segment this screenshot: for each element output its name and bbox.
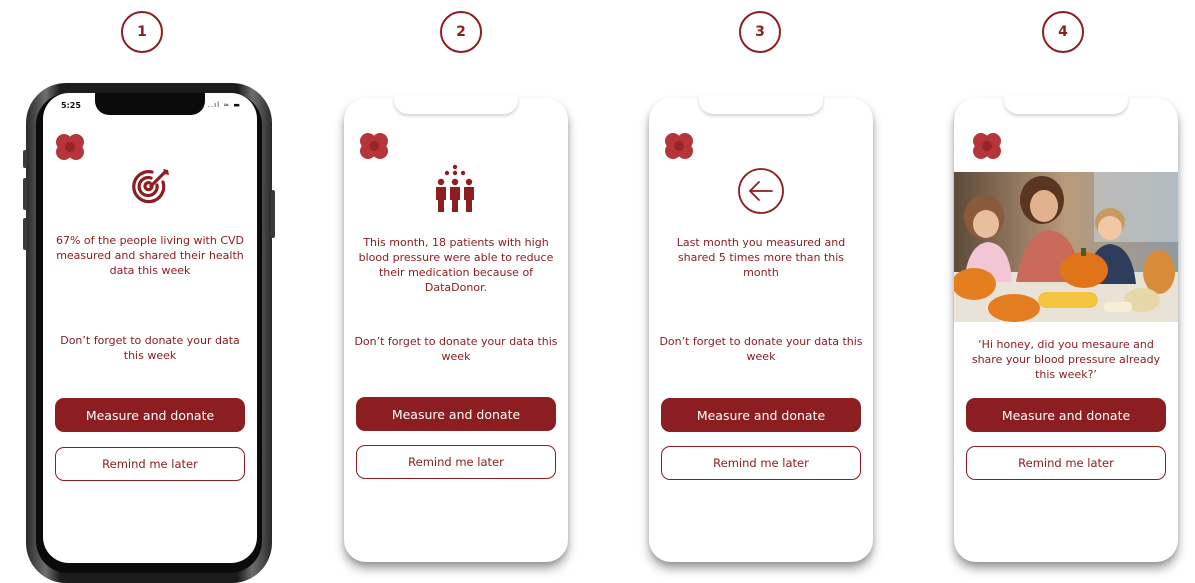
target-icon xyxy=(132,169,169,204)
arrow-left-circle-icon xyxy=(738,168,784,214)
step-number-2: 2 xyxy=(440,11,482,53)
step-number-1: 1 xyxy=(121,11,163,53)
app-logo-icon xyxy=(56,134,84,160)
phone-notch xyxy=(699,96,823,114)
reminder-text: Don’t forget to donate your data this we… xyxy=(659,335,863,363)
quote-message: ‘Hi honey, did you mesaure and share you… xyxy=(971,338,1161,381)
measure-and-donate-button[interactable]: Measure and donate xyxy=(55,398,245,432)
volume-up-button xyxy=(23,178,27,210)
reminder-text: Don’t forget to donate your data this we… xyxy=(354,335,558,363)
remind-me-later-button[interactable]: Remind me later xyxy=(966,446,1166,480)
phone-notch xyxy=(1004,96,1128,114)
people-group-icon xyxy=(436,164,474,212)
reminder-text: Don’t forget to donate your data this we… xyxy=(60,334,240,362)
phone-notch xyxy=(394,96,518,114)
status-time: 5:25 xyxy=(61,101,81,110)
measure-and-donate-button[interactable]: Measure and donate xyxy=(356,397,556,431)
screen-4: ‘Hi honey, did you mesaure and share you… xyxy=(954,96,1178,562)
remind-me-later-button[interactable]: Remind me later xyxy=(661,446,861,480)
mute-switch xyxy=(23,150,27,168)
stat-message: 67% of the people living with CVD measur… xyxy=(55,234,244,277)
family-pumpkin-carving-photo xyxy=(954,172,1178,322)
volume-down-button xyxy=(23,218,27,250)
measure-and-donate-button[interactable]: Measure and donate xyxy=(966,398,1166,432)
stat-message: This month, 18 patients with high blood … xyxy=(358,236,554,294)
phone-notch xyxy=(95,93,205,115)
step-number-4: 4 xyxy=(1042,11,1084,53)
status-icons: ..ıl ≈ ▬ xyxy=(207,101,241,109)
stat-message: Last month you measured and shared 5 tim… xyxy=(676,236,846,279)
step-number-3: 3 xyxy=(739,11,781,53)
app-logo-icon xyxy=(360,133,388,159)
screen-1: 5:25 ..ıl ≈ ▬ 67% of the people living w… xyxy=(43,93,257,563)
remind-me-later-button[interactable]: Remind me later xyxy=(356,445,556,479)
app-logo-icon xyxy=(973,133,1001,159)
power-button xyxy=(271,190,275,238)
app-logo-icon xyxy=(665,133,693,159)
screen-2: This month, 18 patients with high blood … xyxy=(344,96,568,562)
measure-and-donate-button[interactable]: Measure and donate xyxy=(661,398,861,432)
screen-3: Last month you measured and shared 5 tim… xyxy=(649,96,873,562)
remind-me-later-button[interactable]: Remind me later xyxy=(55,447,245,481)
